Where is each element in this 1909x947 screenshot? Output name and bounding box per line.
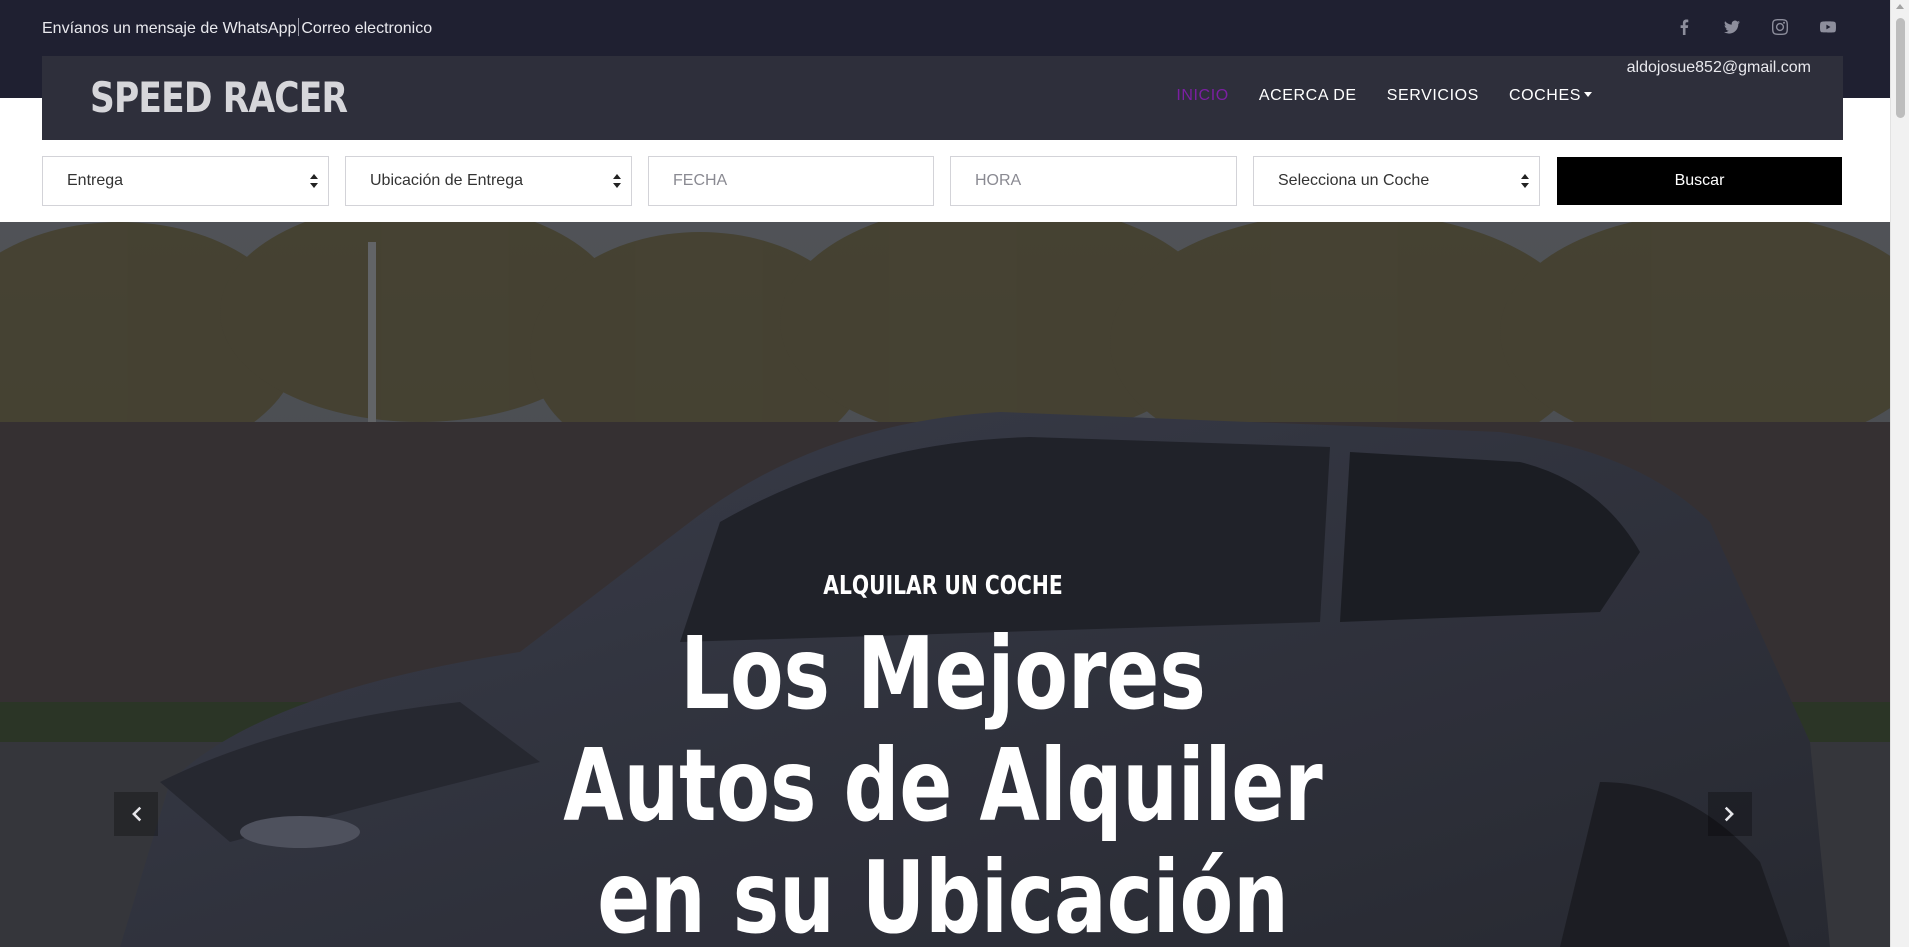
scroll-up-arrow-icon[interactable] xyxy=(1896,4,1904,9)
whatsapp-link[interactable]: Envíanos un mensaje de WhatsApp xyxy=(42,20,296,37)
site-logo[interactable]: SPEED RACER xyxy=(90,72,348,124)
facebook-icon[interactable] xyxy=(1660,16,1708,38)
chevron-left-icon xyxy=(132,806,142,822)
hero-headline: Los Mejores Autos de Alquiler en su Ubic… xyxy=(563,615,1323,947)
time-placeholder: HORA xyxy=(975,172,1022,189)
car-select-value: Selecciona un Coche xyxy=(1278,172,1430,189)
pickup-select[interactable]: Entrega xyxy=(42,156,329,206)
carousel-prev-button[interactable] xyxy=(114,792,158,836)
time-input[interactable]: HORA xyxy=(950,156,1237,206)
divider xyxy=(298,18,300,36)
email-link[interactable]: Correo electronico xyxy=(301,20,432,37)
contact-email: aldojosue852@gmail.com xyxy=(1626,59,1811,76)
car-select[interactable]: Selecciona un Coche xyxy=(1253,156,1540,206)
nav-item-servicios[interactable]: SERVICIOS xyxy=(1372,86,1494,106)
search-button[interactable]: Buscar xyxy=(1557,157,1842,205)
caret-down-icon xyxy=(1584,92,1592,97)
hero-kicker: ALQUILAR UN COCHE xyxy=(823,571,1063,601)
nav-menu: INICIO ACERCA DE SERVICIOS COCHES xyxy=(1161,86,1607,106)
instagram-icon[interactable] xyxy=(1756,16,1804,38)
hero-carousel: ALQUILAR UN COCHE Los Mejores Autos de A… xyxy=(0,222,1890,947)
youtube-icon[interactable] xyxy=(1804,16,1852,38)
select-arrows-icon xyxy=(613,174,621,188)
chevron-right-icon xyxy=(1724,806,1734,822)
search-bar: Entrega Ubicación de Entrega FECHA HORA … xyxy=(0,140,1890,222)
twitter-icon[interactable] xyxy=(1708,16,1756,38)
nav-item-coches-label: COCHES xyxy=(1508,87,1581,104)
date-placeholder: FECHA xyxy=(673,172,728,189)
select-arrows-icon xyxy=(310,174,318,188)
scrollbar-thumb[interactable] xyxy=(1896,18,1905,118)
pickup-select-value: Entrega xyxy=(67,172,124,189)
social-links xyxy=(1660,16,1852,38)
main-navbar: SPEED RACER aldojosue852@gmail.com INICI… xyxy=(42,56,1843,140)
pickup-location-select[interactable]: Ubicación de Entrega xyxy=(345,156,632,206)
date-input[interactable]: FECHA xyxy=(648,156,934,206)
select-arrows-icon xyxy=(1521,174,1529,188)
nav-item-acerca-de[interactable]: ACERCA DE xyxy=(1244,86,1372,106)
page-scrollbar[interactable] xyxy=(1890,0,1909,947)
carousel-next-button[interactable] xyxy=(1708,792,1752,836)
nav-item-inicio[interactable]: INICIO xyxy=(1161,86,1244,106)
contact-links: Envíanos un mensaje de WhatsApp Correo el… xyxy=(42,18,432,39)
pickup-location-value: Ubicación de Entrega xyxy=(370,172,523,189)
nav-item-coches-dropdown[interactable]: COCHES xyxy=(1494,86,1607,106)
